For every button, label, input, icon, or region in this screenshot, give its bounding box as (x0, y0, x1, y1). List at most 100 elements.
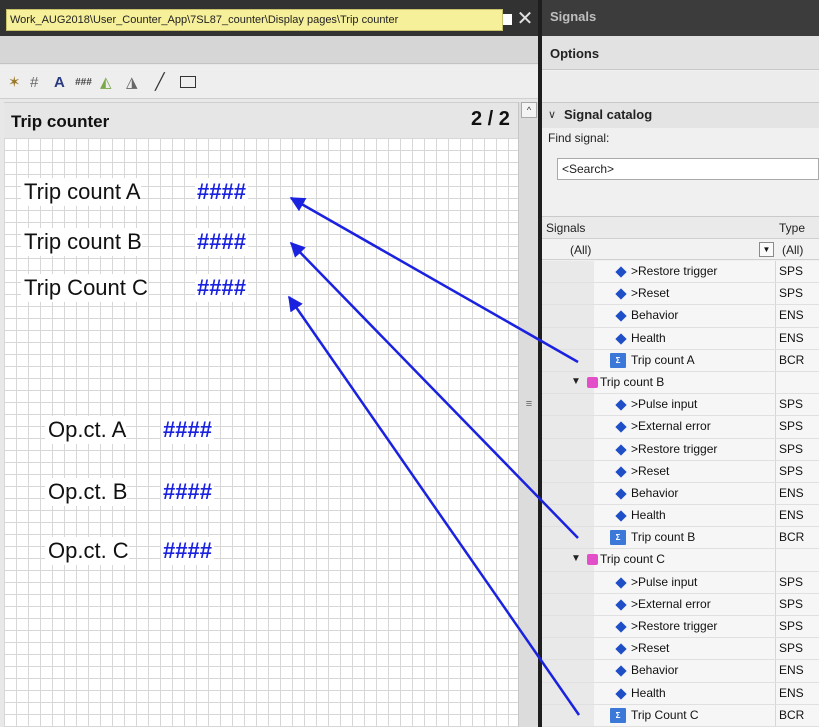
signal-diamond-icon (615, 665, 627, 678)
signal-type: ENS (779, 485, 804, 500)
signal-row[interactable]: >External error SPS (542, 416, 819, 439)
signal-row[interactable]: >Reset SPS (542, 638, 819, 661)
text-icon[interactable]: A (54, 74, 65, 92)
signal-row[interactable]: Health ENS (542, 327, 819, 350)
options-section[interactable]: Options (542, 36, 819, 70)
signal-row[interactable]: Health ENS (542, 505, 819, 528)
signal-row[interactable]: Behavior ENS (542, 305, 819, 328)
signal-diamond-icon (615, 288, 627, 300)
line-icon[interactable]: ╱ (155, 74, 165, 92)
signal-row[interactable]: Σ Trip count B BCR (542, 527, 819, 550)
chevron-down-icon[interactable]: ∨ (548, 108, 556, 121)
signal-row[interactable]: Σ Trip count A BCR (542, 349, 819, 372)
signal-name: Health (631, 330, 666, 345)
signal-catalog-header[interactable]: ∨ Signal catalog (542, 102, 819, 128)
op-ct-b-label[interactable]: Op.ct. B (45, 478, 128, 506)
filter-row: (All) ▼ (All) (542, 238, 819, 260)
row-gutter (542, 660, 594, 682)
tab-restore-icon[interactable] (503, 14, 512, 25)
expand-arrow-icon[interactable]: ▼ (571, 376, 581, 387)
signals-list: >Restore trigger SPS >Reset SPS Behavior ENS H… (542, 261, 819, 727)
signal-type: ENS (779, 308, 804, 323)
op-ct-c-label[interactable]: Op.ct. C (45, 537, 129, 565)
op-ct-a-value[interactable]: #### (161, 416, 214, 444)
splitter-grip-icon[interactable]: ≡ (522, 398, 536, 410)
signal-name: >External error (631, 419, 711, 434)
hash-field-icon[interactable]: ### (75, 74, 92, 92)
trip-count-b-value[interactable]: #### (195, 228, 248, 256)
row-gutter (542, 505, 594, 527)
row-gutter (542, 327, 594, 349)
column-divider (775, 371, 776, 394)
wand-icon[interactable]: ✶ (8, 74, 21, 92)
signal-name: Health (631, 685, 666, 700)
grid-icon[interactable]: # (30, 74, 38, 92)
column-divider (775, 527, 776, 549)
trip-count-a-value[interactable]: #### (195, 178, 248, 206)
row-gutter (542, 571, 594, 593)
signal-row[interactable]: >External error SPS (542, 593, 819, 616)
signal-row[interactable]: >Restore trigger SPS (542, 261, 819, 284)
signal-row[interactable]: ▼ Trip count C (542, 549, 819, 572)
editor-title-bar: Work_AUG2018\User_Counter_App\7SL87_coun… (0, 0, 538, 36)
signals-title: Signals (550, 9, 597, 24)
trip-count-b-label[interactable]: Trip count B (21, 228, 142, 256)
column-divider (775, 593, 776, 615)
expand-arrow-icon[interactable]: ▼ (571, 553, 581, 564)
signal-type: ENS (779, 663, 804, 678)
signal-row[interactable]: Health ENS (542, 682, 819, 705)
triangle-tool-2-icon[interactable]: ◮ (126, 74, 138, 92)
type-filter[interactable]: (All) (782, 243, 803, 257)
signal-row[interactable]: >Restore trigger SPS (542, 616, 819, 639)
signal-row[interactable]: >Pulse input SPS (542, 394, 819, 417)
signal-type: BCR (779, 707, 805, 722)
column-header-type[interactable]: Type (779, 221, 805, 235)
search-input[interactable]: <Search> (557, 158, 819, 180)
op-ct-c-value[interactable]: #### (161, 537, 214, 565)
triangle-tool-icon[interactable]: ◭ (100, 74, 112, 92)
display-canvas[interactable]: Trip count A #### Trip count B #### Trip… (4, 138, 518, 727)
signal-type: SPS (779, 419, 804, 434)
vertical-scrollbar[interactable]: ^ ≡ (518, 102, 538, 727)
signal-row[interactable]: ▼ Trip count B (542, 371, 819, 395)
column-header-signals[interactable]: Signals (546, 221, 585, 235)
close-icon[interactable]: ✕ (515, 7, 535, 31)
row-gutter (542, 593, 594, 615)
trip-count-c-value[interactable]: #### (195, 274, 248, 302)
signal-type: SPS (779, 441, 804, 456)
dropdown-arrow-icon[interactable]: ▼ (759, 242, 774, 257)
row-gutter (542, 616, 594, 638)
op-ct-b-value[interactable]: #### (161, 478, 214, 506)
row-gutter (542, 682, 594, 704)
signal-row[interactable]: Behavior ENS (542, 660, 819, 683)
signal-row[interactable]: >Restore trigger SPS (542, 438, 819, 461)
row-gutter (542, 460, 594, 482)
signal-row[interactable]: Σ Trip Count C BCR (542, 704, 819, 727)
signal-row[interactable]: >Reset SPS (542, 460, 819, 483)
document-tab[interactable]: Work_AUG2018\User_Counter_App\7SL87_coun… (6, 9, 503, 31)
page-header: Trip counter 2 / 2 (4, 102, 518, 138)
editor-secondary-bar (0, 36, 538, 64)
signal-type: SPS (779, 463, 804, 478)
signal-row[interactable]: >Reset SPS (542, 283, 819, 306)
trip-count-c-label[interactable]: Trip Count C (21, 274, 148, 302)
signal-name: >Restore trigger (631, 264, 718, 278)
column-divider (775, 638, 776, 660)
panel-spacer (542, 71, 819, 102)
scroll-up-button[interactable]: ^ (521, 102, 537, 118)
signal-name: Behavior (631, 308, 679, 323)
trip-count-a-label[interactable]: Trip count A (21, 178, 141, 206)
signal-type: ENS (779, 508, 804, 523)
column-divider (775, 505, 776, 527)
rectangle-icon[interactable] (180, 76, 196, 88)
signal-row[interactable]: >Pulse input SPS (542, 571, 819, 594)
signal-name: Behavior (631, 663, 679, 678)
signal-name: >External error (631, 596, 711, 611)
signals-filter[interactable]: (All) (570, 243, 591, 257)
signal-name: >Reset (631, 641, 670, 656)
signal-diamond-icon (615, 621, 627, 633)
op-ct-a-label[interactable]: Op.ct. A (45, 416, 127, 444)
signal-diamond-icon (615, 488, 627, 500)
signal-row[interactable]: Behavior ENS (542, 482, 819, 506)
signal-diamond-icon (615, 443, 627, 456)
